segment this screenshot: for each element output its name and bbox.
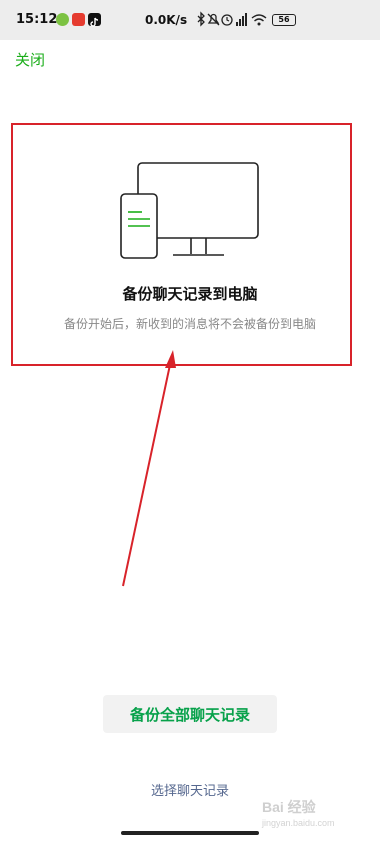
baidu-watermark-url: jingyan.baidu.com	[262, 818, 335, 828]
backup-all-button[interactable]: 备份全部聊天记录	[103, 695, 277, 733]
home-indicator[interactable]	[121, 831, 259, 835]
baidu-watermark: Bai 经验	[262, 799, 316, 815]
select-chats-link[interactable]: 选择聊天记录	[0, 780, 380, 799]
